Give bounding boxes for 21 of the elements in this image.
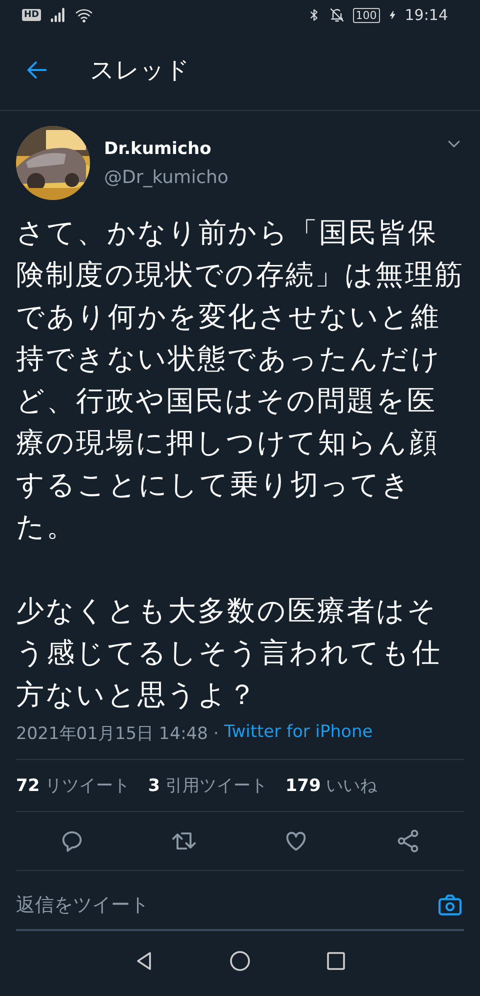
stat-count[interactable]: 179 いいね xyxy=(285,774,378,797)
home-circle-icon[interactable] xyxy=(228,949,252,973)
status-time: 19:14 xyxy=(404,6,448,24)
page-title: スレッド xyxy=(90,55,190,86)
recents-square-icon[interactable] xyxy=(324,949,348,973)
user-handle: @Dr_kumicho xyxy=(104,166,230,188)
stat-count[interactable]: 72 リツイート xyxy=(16,774,130,797)
charging-icon xyxy=(388,8,397,22)
bell-off-icon xyxy=(328,7,345,23)
source-link[interactable]: Twitter for iPhone xyxy=(224,722,373,745)
hd-icon: HD xyxy=(22,9,42,21)
share-icon[interactable] xyxy=(395,828,421,854)
reply-field[interactable]: 返信をツイート xyxy=(16,894,436,916)
tweet-text: 少なくとも大多数の医療者はそう感じてるしそう言われても仕方ないと思うよ？ xyxy=(16,593,442,713)
battery-icon: 100 xyxy=(352,8,380,22)
user-name: Dr.kumicho xyxy=(104,138,212,158)
tweet-text: さて、かなり前から「国民皆保険制度の現状での存続」は無理筋であり何かを変化させないと維持できない状態であったんだけど、行政や国民はその問題を医療の現場に押しつけて知らん顔することにして乗り切ってきた。 xyxy=(16,215,464,545)
wifi-icon xyxy=(75,6,94,24)
tweet-timestamp: 2021年01月15日 14:48 · xyxy=(16,723,220,745)
stat-count[interactable]: 3 引用ツイート xyxy=(148,774,268,797)
signal-icon xyxy=(49,6,68,24)
